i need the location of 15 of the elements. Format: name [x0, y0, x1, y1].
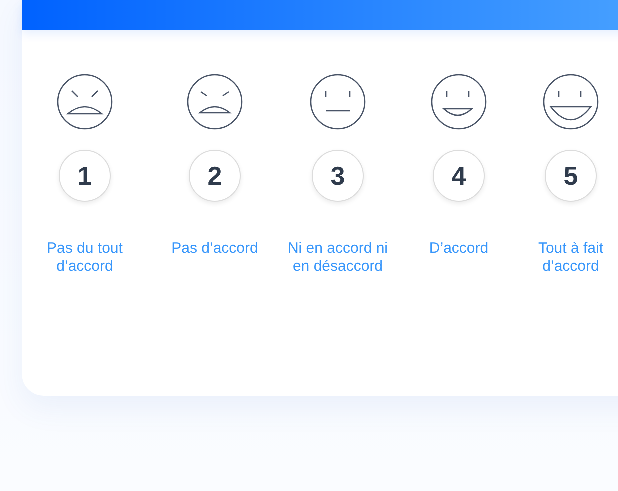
rating-button[interactable]: 5: [545, 150, 597, 202]
rating-label: D’accord: [429, 240, 489, 258]
angry-face-icon: [57, 74, 113, 130]
rating-button[interactable]: 4: [433, 150, 485, 202]
rating-label: Pas du tout d’accord: [46, 240, 124, 276]
neutral-face-icon: [310, 74, 366, 130]
rating-label: Pas d’accord: [172, 240, 258, 258]
rating-label: Tout à fait d’accord: [537, 240, 605, 276]
rating-button[interactable]: 1: [59, 150, 111, 202]
grin-face-icon: [543, 74, 599, 130]
rating-button[interactable]: 2: [189, 150, 241, 202]
smile-face-icon: [431, 74, 487, 130]
sad-face-icon: [187, 74, 243, 130]
rating-button[interactable]: 3: [312, 150, 364, 202]
rating-label: Ni en accord ni en désaccord: [286, 240, 390, 276]
